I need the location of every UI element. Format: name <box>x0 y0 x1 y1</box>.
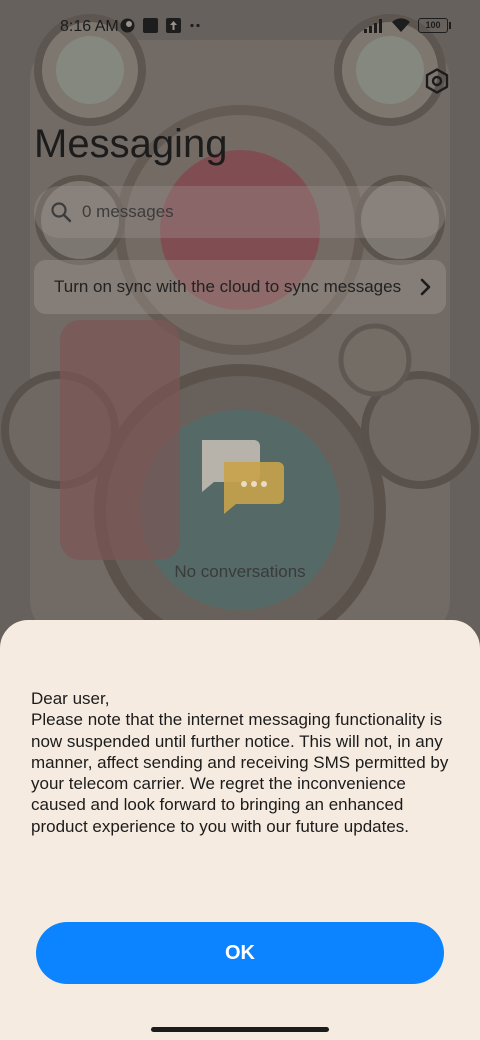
search-icon <box>51 202 72 223</box>
cloud-sync-banner[interactable]: Turn on sync with the cloud to sync mess… <box>34 260 446 314</box>
system-icons: 100 <box>364 18 451 33</box>
notification-icons <box>120 18 201 33</box>
search-placeholder: 0 messages <box>82 202 174 221</box>
status-time: 8:16 AM <box>60 18 119 35</box>
sync-banner-text: Turn on sync with the cloud to sync mess… <box>54 277 402 296</box>
page-title: Messaging <box>34 122 228 166</box>
search-bar[interactable]: 0 messages <box>34 186 446 238</box>
notice-dialog: Dear user, Please note that the internet… <box>0 620 480 1040</box>
chevron-right-icon <box>420 278 431 296</box>
status-bar: 8:16 AM 100 <box>0 0 480 56</box>
dialog-message: Dear user, Please note that the internet… <box>31 689 449 836</box>
battery-icon: 100 <box>418 18 451 33</box>
square-notification-icon <box>143 18 158 33</box>
ok-button[interactable]: OK <box>36 922 444 984</box>
empty-conversations-icon <box>202 440 284 514</box>
upload-notification-icon <box>166 18 181 33</box>
home-indicator[interactable] <box>151 1027 329 1032</box>
settings-button[interactable] <box>420 64 454 98</box>
app-notification-icon <box>120 18 135 33</box>
more-notifications-icon <box>190 23 200 28</box>
empty-state-text: No conversations <box>174 562 306 581</box>
settings-icon <box>425 68 449 94</box>
signal-icon <box>364 18 382 33</box>
wifi-icon <box>392 18 410 32</box>
